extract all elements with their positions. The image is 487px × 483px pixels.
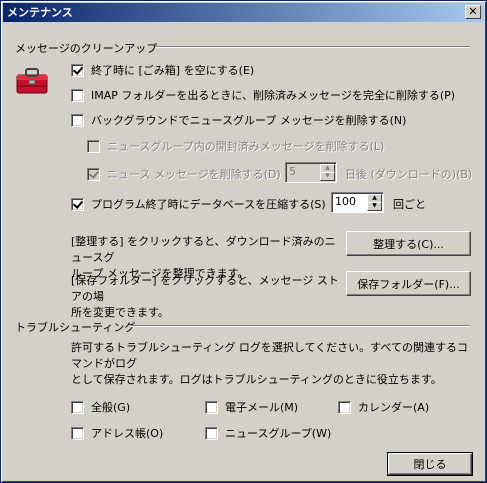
- store-folder-button[interactable]: 保存フォルダー(F)...: [346, 271, 471, 296]
- troubleshooting-description: 許可するトラブルシューティング ログを選択してください。すべての関連するコマンド…: [71, 340, 471, 388]
- log-addressbook-label: アドレス帳(O): [91, 427, 164, 440]
- cleanup-divider: [156, 46, 470, 48]
- news-read-label: ニュースグループ内の開封済みメッセージを削除する(L): [107, 140, 385, 153]
- news-delete-option[interactable]: ニュース メッセージを削除する(D): [87, 166, 281, 182]
- news-delete-label: ニュース メッセージを削除する(D): [107, 168, 281, 181]
- compact-spinner[interactable]: 100 ▲ ▼: [331, 192, 384, 213]
- log-newsgroup-checkbox[interactable]: [205, 426, 218, 440]
- empty-trash-option[interactable]: 終了時に [ごみ箱] を空にする(E): [71, 62, 254, 78]
- empty-trash-checkbox[interactable]: [71, 63, 84, 77]
- log-calendar-checkbox[interactable]: [338, 400, 351, 414]
- troubleshooting-desc-line-1: 許可するトラブルシューティング ログを選択してください。すべての関連するコマンド…: [71, 341, 468, 370]
- troubleshooting-heading: トラブルシューティング: [15, 321, 136, 334]
- compact-db-checkbox[interactable]: [71, 197, 84, 211]
- imap-purge-label: IMAP フォルダーを出るときに、削除済みメッセージを完全に削除する(P): [91, 89, 456, 102]
- empty-trash-label: 終了時に [ごみ箱] を空にする(E): [91, 64, 255, 77]
- store-description: [保存フォルダー] をクリックすると、メッセージ ストアの場 所を変更できます。: [71, 273, 341, 321]
- days-suffix: 日後 (ダウンロードの)(B): [345, 168, 473, 181]
- maintenance-dialog: メンテナンス ✕ メッセージのクリーンアップ 終了時に [ごみ箱] を空にする(…: [0, 0, 487, 483]
- store-desc-line-1: [保存フォルダー] をクリックすると、メッセージ ストアの場: [71, 274, 339, 303]
- log-general-option[interactable]: 全般(G): [71, 399, 130, 415]
- news-delete-checkbox[interactable]: [87, 167, 100, 181]
- troubleshooting-desc-line-2: として保存されます。ログはトラブルシューティングのときに役立ちます。: [71, 373, 442, 386]
- days-value: 5: [289, 165, 296, 178]
- background-news-label: バックグラウンドでニュースグループ メッセージを削除する(N): [91, 114, 407, 127]
- background-news-checkbox[interactable]: [71, 113, 84, 127]
- tidy-button[interactable]: 整理する(C)...: [346, 231, 471, 256]
- log-addressbook-option[interactable]: アドレス帳(O): [71, 425, 163, 441]
- log-addressbook-checkbox[interactable]: [71, 426, 84, 440]
- log-calendar-option[interactable]: カレンダー(A): [338, 399, 429, 415]
- cleanup-heading: メッセージのクリーンアップ: [15, 42, 158, 55]
- days-spinner[interactable]: 5 ▲ ▼: [285, 162, 337, 183]
- imap-purge-checkbox[interactable]: [71, 88, 84, 102]
- log-email-checkbox[interactable]: [205, 400, 218, 414]
- compact-suffix: 回ごと: [393, 198, 426, 211]
- compact-db-label: プログラム終了時にデータベースを圧縮する(S): [91, 198, 326, 211]
- news-read-option[interactable]: ニュースグループ内の開封済みメッセージを削除する(L): [87, 138, 384, 154]
- log-email-option[interactable]: 電子メール(M): [205, 399, 298, 415]
- log-email-label: 電子メール(M): [225, 401, 299, 414]
- log-calendar-label: カレンダー(A): [358, 401, 430, 414]
- compact-down-icon[interactable]: ▼: [367, 202, 382, 211]
- log-general-label: 全般(G): [91, 401, 131, 414]
- background-news-option[interactable]: バックグラウンドでニュースグループ メッセージを削除する(N): [71, 112, 406, 128]
- days-down-icon[interactable]: ▼: [320, 172, 335, 181]
- news-read-checkbox[interactable]: [87, 139, 100, 153]
- window-title: メンテナンス: [7, 6, 73, 19]
- imap-purge-option[interactable]: IMAP フォルダーを出るときに、削除済みメッセージを完全に削除する(P): [71, 87, 455, 103]
- log-general-checkbox[interactable]: [71, 400, 84, 414]
- compact-db-option[interactable]: プログラム終了時にデータベースを圧縮する(S): [71, 196, 326, 212]
- close-button[interactable]: 閉じる: [387, 452, 473, 476]
- troubleshooting-divider: [131, 325, 470, 327]
- log-newsgroup-option[interactable]: ニュースグループ(W): [205, 425, 331, 441]
- title-bar: メンテナンス ✕: [3, 3, 484, 22]
- compact-value: 100: [335, 195, 356, 208]
- close-icon[interactable]: ✕: [465, 5, 481, 19]
- tidy-desc-line-1: [整理する] をクリックすると、ダウンロード済みのニュースグ: [71, 235, 336, 264]
- log-newsgroup-label: ニュースグループ(W): [225, 427, 332, 440]
- toolbox-icon: [16, 68, 48, 94]
